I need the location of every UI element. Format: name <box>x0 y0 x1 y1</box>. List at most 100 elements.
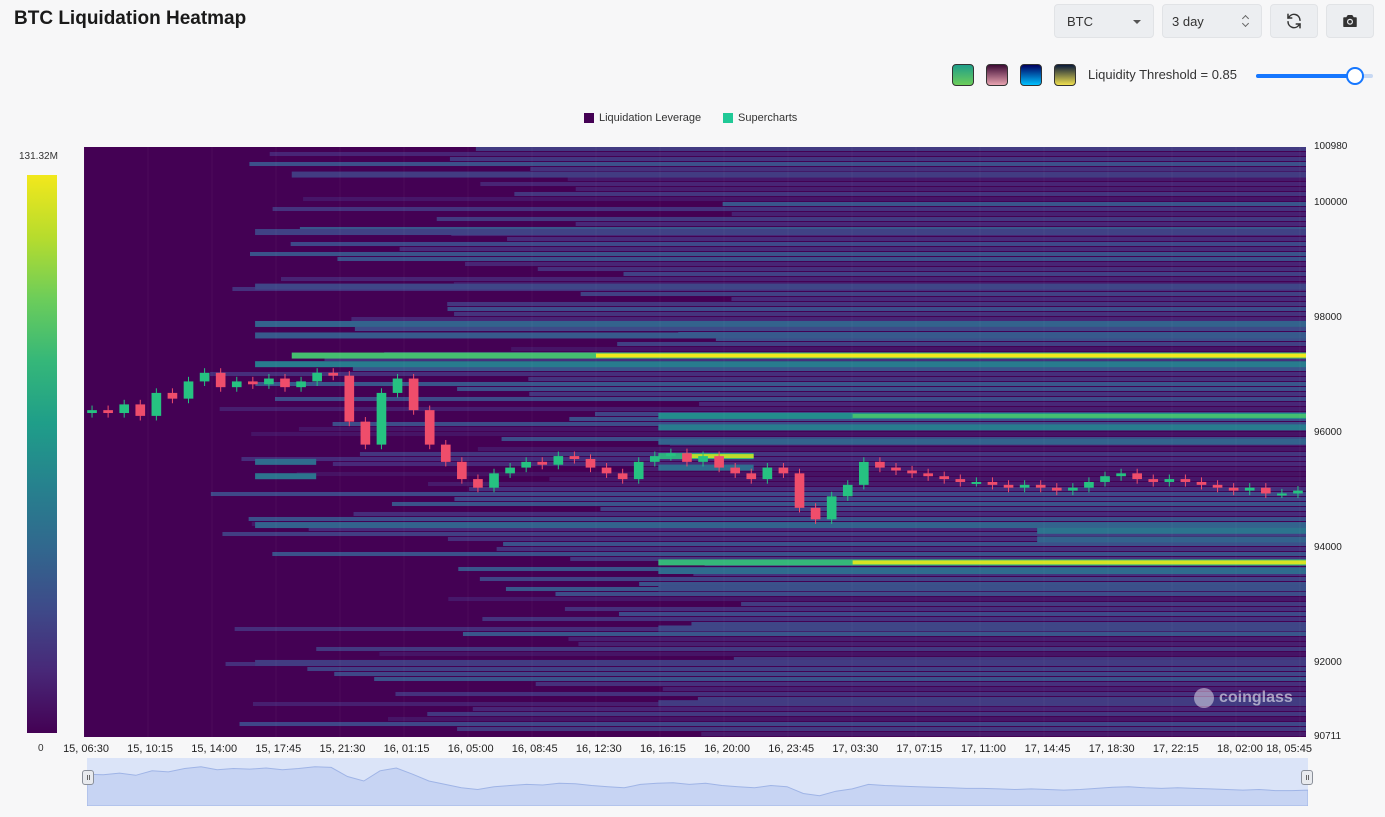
price-candle <box>119 404 130 414</box>
palette-swatch-viridis[interactable] <box>952 64 974 86</box>
time-range-brush[interactable] <box>86 758 1309 807</box>
price-candle <box>939 476 950 480</box>
heatmap-cell-row <box>290 242 1306 246</box>
heatmap-cell-row <box>457 727 1306 731</box>
threshold-slider-handle[interactable] <box>1346 67 1365 85</box>
heatmap-cell-row <box>722 202 1306 206</box>
price-candle <box>1164 479 1175 482</box>
heatmap-cell-row <box>251 432 1306 436</box>
price-candle <box>408 378 419 411</box>
heatmap-cell-row <box>699 402 1306 406</box>
heatmap-cell-row <box>427 712 1306 716</box>
price-candle <box>842 484 853 497</box>
heatmap-cell-row <box>454 312 1306 316</box>
x-tick-label: 17, 14:45 <box>1024 743 1071 755</box>
price-candle <box>1196 481 1207 485</box>
heatmap-cell-row <box>454 497 1306 501</box>
price-candle <box>1180 479 1191 482</box>
y-tick-label: 96000 <box>1314 427 1342 439</box>
legend-item-liquidation-leverage[interactable]: Liquidation Leverage <box>584 112 701 124</box>
heatmap-cell-row <box>479 577 1306 581</box>
liquidity-band <box>255 458 317 465</box>
heatmap-cell-row <box>332 462 1306 466</box>
heatmap-plot[interactable] <box>84 147 1306 737</box>
liquidity-band <box>255 320 1306 327</box>
legend-label: Supercharts <box>738 112 798 124</box>
liquidity-band <box>255 659 1306 666</box>
threshold-label: Liquidity Threshold = 0.85 <box>1088 67 1237 82</box>
heatmap-cell-row <box>307 667 1306 671</box>
x-tick-label: 17, 18:30 <box>1088 743 1135 755</box>
y-tick-label: 98000 <box>1314 312 1342 324</box>
heatmap-cell-row <box>354 327 1306 331</box>
x-tick-label: 16, 01:15 <box>383 743 430 755</box>
price-candle <box>1212 484 1223 488</box>
price-candle <box>1035 484 1046 488</box>
screenshot-button[interactable] <box>1326 4 1374 38</box>
brush-left-handle[interactable] <box>82 770 94 785</box>
x-tick-label: 17, 11:00 <box>960 743 1006 755</box>
heatmap-cell-row <box>617 342 1306 346</box>
heatmap-cell-row <box>359 452 1306 456</box>
liquidity-band <box>255 473 317 480</box>
heatmap-cell-row <box>457 387 1306 391</box>
heatmap-cell-row <box>472 707 1306 711</box>
heatmap-cell-row <box>514 192 1306 196</box>
heatmap-cell-row <box>280 277 1306 281</box>
heatmap-cell-row <box>575 187 1306 191</box>
heatmap-svg <box>84 147 1306 737</box>
range-select-value: 3 day <box>1172 13 1204 29</box>
legend-item-supercharts[interactable]: Supercharts <box>723 112 797 124</box>
x-tick-label: 17, 07:15 <box>896 743 943 755</box>
legend-label: Liquidation Leverage <box>599 112 702 124</box>
heatmap-cell-row <box>529 392 1306 396</box>
liquidity-band <box>255 522 1306 529</box>
heatmap-cell-row <box>448 597 1306 601</box>
coin-select[interactable]: BTC <box>1054 4 1154 38</box>
price-candle <box>569 456 580 459</box>
range-select[interactable]: 3 day <box>1162 4 1262 38</box>
price-candle <box>682 453 692 462</box>
heatmap-cell-row <box>387 717 1306 721</box>
price-candle <box>987 481 998 485</box>
brush-overview-svg <box>86 766 1309 807</box>
price-candle <box>505 467 515 474</box>
refresh-icon <box>1287 13 1301 29</box>
threshold-slider[interactable] <box>1256 67 1373 85</box>
legend-swatch <box>584 113 594 123</box>
heatmap-cell-row <box>210 372 1306 376</box>
price-candle <box>521 461 531 468</box>
liquidity-band <box>658 424 1306 431</box>
heatmap-cell-row <box>600 507 1306 511</box>
price-candle <box>810 507 821 520</box>
price-candle <box>1244 487 1255 491</box>
palette-swatch-pink[interactable] <box>986 64 1008 86</box>
refresh-button[interactable] <box>1270 4 1318 38</box>
brush-right-handle[interactable] <box>1301 770 1313 785</box>
heatmap-cell-row <box>274 397 1306 401</box>
coinglass-logo-icon <box>1194 688 1214 708</box>
heatmap-cell-row <box>701 732 1306 736</box>
palette-swatch-blue[interactable] <box>1020 64 1042 86</box>
price-candle <box>1100 476 1110 482</box>
legend-swatch <box>723 113 733 123</box>
heatmap-cell-row <box>507 237 1306 241</box>
heatmap-cell-row <box>210 492 1306 496</box>
price-candle <box>1148 479 1159 482</box>
price-candle <box>473 479 483 488</box>
heatmap-cell-row <box>249 252 1306 256</box>
heatmap-cell-row <box>567 177 1306 181</box>
price-candle <box>440 444 451 462</box>
price-candle <box>633 461 644 480</box>
heatmap-cell-row <box>578 642 1306 646</box>
price-candle <box>199 372 210 382</box>
heatmap-cell-row <box>528 377 1306 381</box>
price-candle <box>826 496 837 520</box>
price-candle <box>859 461 869 485</box>
price-candle <box>1084 481 1094 488</box>
palette-swatch-cividis[interactable] <box>1054 64 1076 86</box>
colorbar <box>27 175 57 733</box>
y-tick-label: 92000 <box>1314 656 1342 668</box>
price-candle <box>778 467 789 474</box>
liquidity-band <box>255 229 1306 236</box>
